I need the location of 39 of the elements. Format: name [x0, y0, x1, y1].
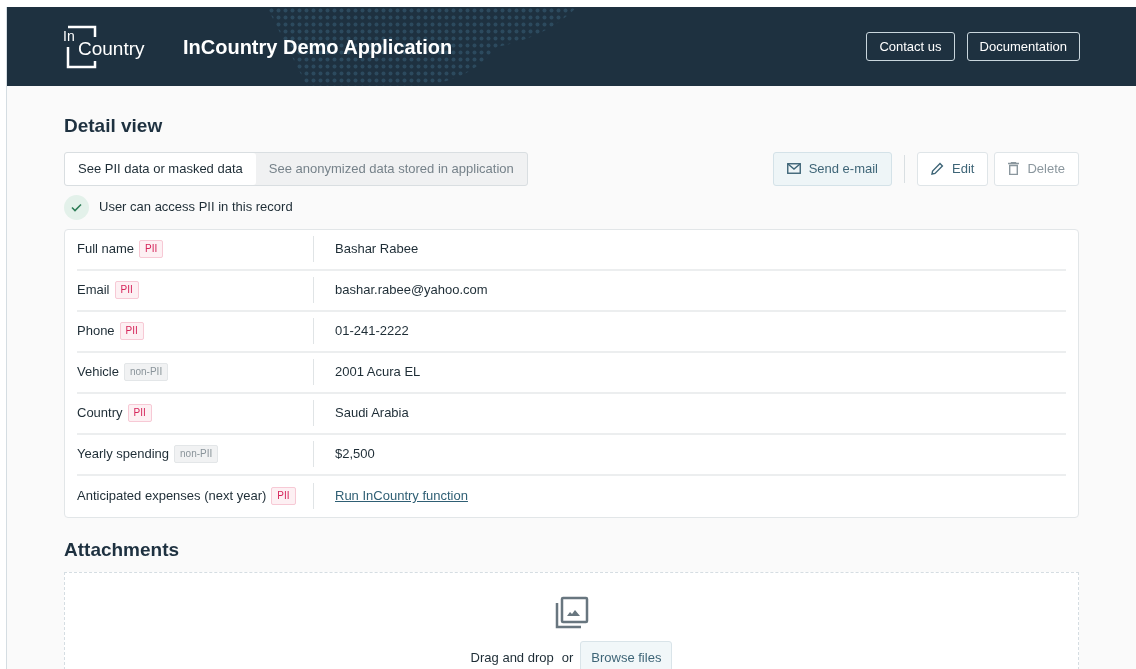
header-button[interactable]: Contact us [866, 32, 955, 61]
pii-tag: PII [127, 404, 152, 422]
header-button[interactable]: Documentation [966, 32, 1080, 61]
trash-icon [1008, 162, 1020, 175]
pii-tag: PII [114, 281, 139, 299]
field-label: Country [77, 404, 123, 423]
pii-tag: non-PII [174, 445, 219, 463]
app-title: InCountry Demo Application [183, 34, 453, 60]
field-value: bashar.rabee@yahoo.com [335, 281, 488, 300]
field-label: Yearly spending [77, 445, 170, 464]
field-value: 01-241-2222 [335, 322, 409, 341]
pii-tag: PII [271, 487, 296, 505]
images-icon [554, 596, 589, 629]
field-value: Bashar Rabee [335, 240, 419, 259]
pii-tag: PII [139, 240, 164, 258]
browse-files-button[interactable]: Browse files [580, 641, 673, 669]
field-label: Vehicle [77, 363, 119, 382]
field-value: $2,500 [335, 445, 375, 464]
drop-text: Drag and drop [470, 648, 554, 667]
pii-tag: PII [119, 322, 144, 340]
send-email-button[interactable]: Send e-mail [772, 151, 892, 186]
field-label: Anticipated expenses (next year) [77, 487, 267, 506]
field-value: 2001 Acura EL [335, 363, 421, 382]
section-heading: Attachments [64, 537, 181, 562]
pii-tag: non-PII [123, 363, 169, 381]
access-notice: User can access PII in this record [99, 198, 293, 217]
field-label: Full name [77, 240, 135, 259]
view-tab[interactable]: See PII data or masked data [65, 152, 256, 185]
function-link[interactable]: Run InCountry function [335, 486, 468, 506]
pencil-icon [931, 162, 944, 175]
edit-button[interactable]: Edit [917, 151, 989, 186]
or-text: or [561, 648, 574, 667]
field-label: Email [77, 281, 110, 300]
view-tab[interactable]: See anonymized data stored in application [255, 152, 527, 185]
section-heading: Detail view [64, 114, 164, 138]
check-icon [64, 194, 89, 220]
envelope-icon [786, 163, 801, 174]
field-value: Saudi Arabia [335, 404, 409, 423]
field-label: Phone [77, 322, 115, 341]
